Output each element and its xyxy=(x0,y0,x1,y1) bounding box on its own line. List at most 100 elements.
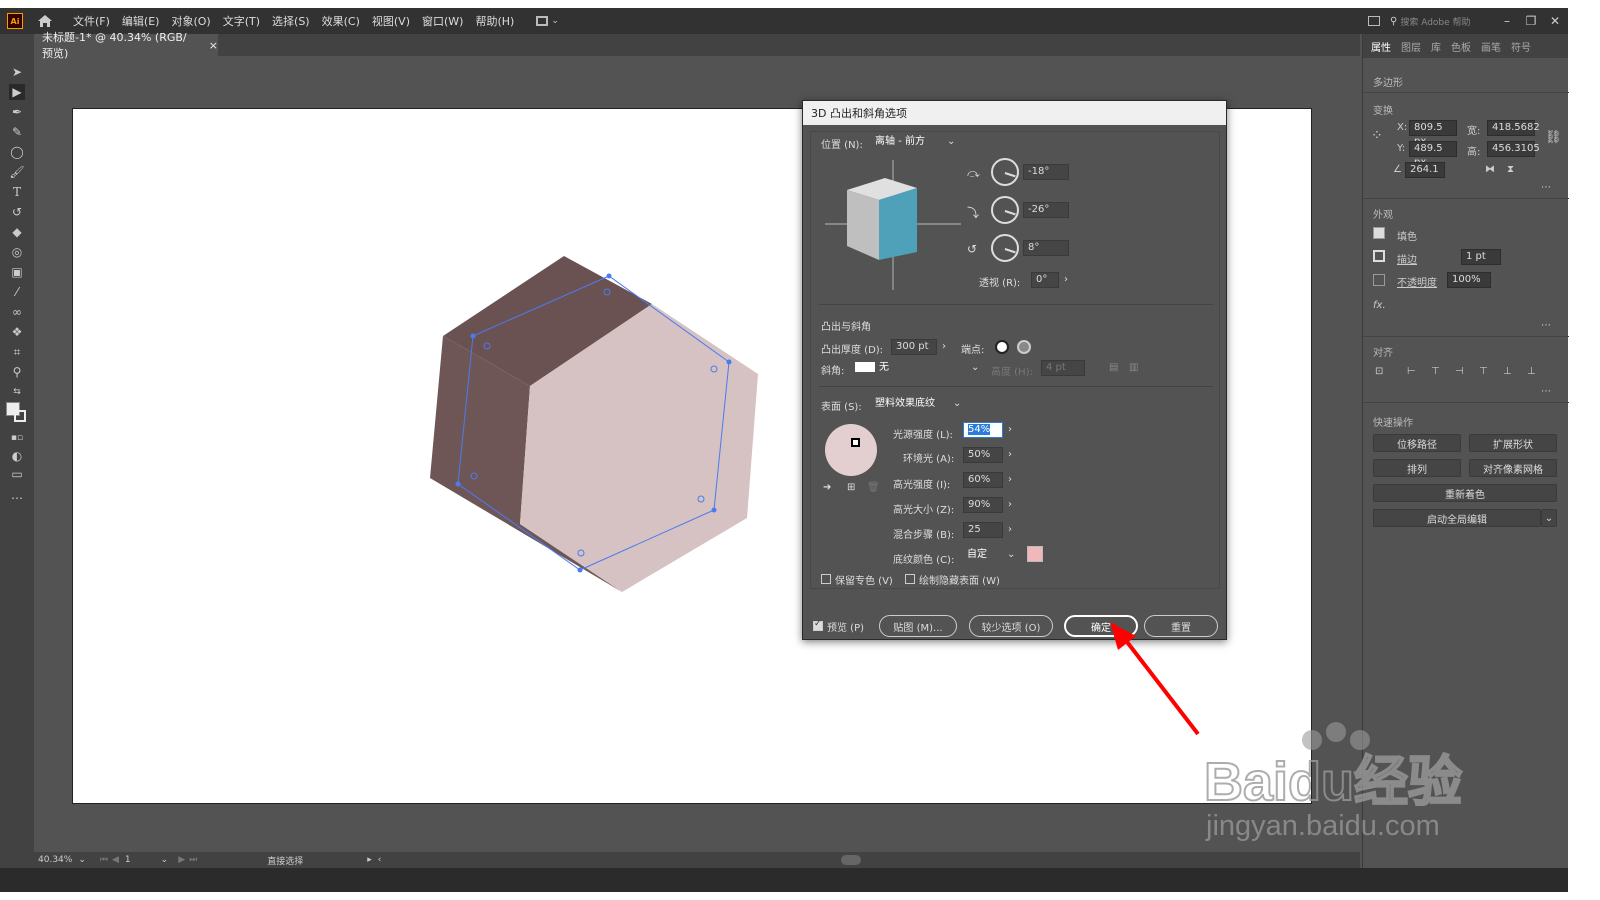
light-sphere[interactable] xyxy=(825,424,877,476)
pixel-grid-button[interactable]: 对齐像素网格 xyxy=(1469,459,1557,477)
perspective-field[interactable]: 0° xyxy=(1031,272,1059,288)
home-icon[interactable] xyxy=(37,13,53,29)
angle-field[interactable]: 264.1 xyxy=(1405,162,1445,178)
chevron-right-icon[interactable]: › xyxy=(937,339,951,355)
map-art-button[interactable]: 贴图 (M)... xyxy=(879,615,957,637)
global-edit-button[interactable]: 启动全局编辑 xyxy=(1373,509,1541,527)
opacity-label[interactable]: 不透明度 xyxy=(1397,274,1437,289)
blend-steps-field[interactable]: 25 xyxy=(963,522,1003,538)
document-tab[interactable]: 未标题-1* @ 40.34% (RGB/预览) × xyxy=(34,31,218,60)
chevron-down-icon[interactable]: ⌄ xyxy=(953,398,961,409)
page-number[interactable]: 1 xyxy=(125,855,131,865)
menu-effect[interactable]: 效果(C) xyxy=(322,13,360,29)
shape-builder-tool-icon[interactable]: ◎ xyxy=(9,244,25,260)
depth-field[interactable]: 300 pt xyxy=(891,339,937,355)
menu-type[interactable]: 文字(T) xyxy=(223,13,260,29)
chevron-down-icon[interactable]: ⌄ xyxy=(1007,549,1015,560)
width-field[interactable]: 418.5682 xyxy=(1487,120,1540,136)
ambient-field[interactable]: 50% xyxy=(963,447,1003,463)
help-search[interactable]: ⚲ 搜索 Adobe 帮助 xyxy=(1390,13,1490,29)
gradient-tool-icon[interactable]: ▣ xyxy=(9,264,25,280)
menu-object[interactable]: 对象(O) xyxy=(171,13,210,29)
tab-symbols[interactable]: 符号 xyxy=(1511,39,1531,54)
fewer-options-button[interactable]: 较少选项 (O) xyxy=(969,615,1053,637)
menu-file[interactable]: 文件(F) xyxy=(73,13,110,29)
chevron-right-icon[interactable]: › xyxy=(1003,497,1017,513)
restore-button[interactable]: ❐ xyxy=(1524,14,1538,28)
stroke-swatch[interactable] xyxy=(14,410,26,422)
surface-dropdown[interactable]: 塑料效果底纹 xyxy=(875,396,955,412)
chevron-down-icon[interactable]: ⌄ xyxy=(161,855,169,865)
constrain-link-icon[interactable]: ⛓ xyxy=(1545,130,1562,145)
close-tab-icon[interactable]: × xyxy=(209,39,218,52)
bevel-dropdown[interactable]: 无 xyxy=(879,360,969,376)
highlight-size-field[interactable]: 90% xyxy=(963,497,1003,513)
zoom-tool-icon[interactable]: ⚲ xyxy=(9,364,25,380)
shade-color-dropdown[interactable]: 自定 xyxy=(967,547,1007,563)
y-field[interactable]: 489.5 px xyxy=(1409,141,1457,168)
chevron-right-icon[interactable]: › xyxy=(1003,472,1017,488)
align-left-icon[interactable]: ⊢ xyxy=(1407,366,1416,377)
menu-view[interactable]: 视图(V) xyxy=(372,13,410,29)
recolor-button[interactable]: 重新着色 xyxy=(1373,484,1557,502)
rotate-z-dial[interactable] xyxy=(991,234,1019,262)
align-right-icon[interactable]: ⊣ xyxy=(1455,366,1464,377)
stroke-swatch[interactable] xyxy=(1373,250,1385,262)
more-options-icon[interactable]: ⋯ xyxy=(1541,386,1551,397)
move-light-back-icon[interactable]: ➔ xyxy=(823,482,831,493)
offset-path-button[interactable]: 位移路径 xyxy=(1373,434,1461,452)
menu-help[interactable]: 帮助(H) xyxy=(475,13,514,29)
rotation-cube-preview[interactable] xyxy=(823,154,963,294)
light-handle[interactable] xyxy=(851,438,860,447)
chevron-left-icon[interactable]: ‹ xyxy=(378,855,382,865)
rotate-y-field[interactable]: -26° xyxy=(1023,202,1069,218)
next-page-icon[interactable]: ▶ xyxy=(178,855,185,865)
tab-brushes[interactable]: 画笔 xyxy=(1481,39,1501,54)
menu-edit[interactable]: 编辑(E) xyxy=(122,13,160,29)
tab-layers[interactable]: 图层 xyxy=(1401,39,1421,54)
blend-tool-icon[interactable]: ∞ xyxy=(9,304,25,320)
prev-page-icon[interactable]: ◀ xyxy=(112,855,119,865)
align-bottom-icon[interactable]: ⊥ xyxy=(1527,366,1536,377)
flip-vertical-icon[interactable]: ⧗ xyxy=(1507,164,1514,175)
align-to-icon[interactable]: ⊡ xyxy=(1375,366,1383,377)
more-options-icon[interactable]: ⋯ xyxy=(1541,182,1551,193)
tab-properties[interactable]: 属性 xyxy=(1371,39,1391,54)
direct-selection-tool-icon[interactable]: ▶ xyxy=(9,84,25,100)
chevron-right-icon[interactable]: › xyxy=(1003,447,1017,463)
stroke-label[interactable]: 描边 xyxy=(1397,251,1417,266)
draw-mode-icon[interactable]: ◐ xyxy=(9,448,25,464)
chevron-down-icon[interactable]: ⌄ xyxy=(971,362,979,373)
arrange-button[interactable]: 排列 xyxy=(1373,459,1461,477)
chevron-down-icon[interactable]: ⌄ xyxy=(947,136,955,147)
light-intensity-field[interactable]: 54% xyxy=(963,422,1003,438)
type-tool-icon[interactable]: T xyxy=(9,184,25,200)
height-field[interactable]: 456.3105 xyxy=(1487,141,1540,157)
chevron-right-icon[interactable]: › xyxy=(1003,422,1017,438)
cap-on-button[interactable] xyxy=(995,340,1009,354)
rotate-x-field[interactable]: -18° xyxy=(1023,164,1069,180)
zoom-level[interactable]: 40.34% xyxy=(38,855,72,865)
minimize-button[interactable]: – xyxy=(1500,14,1514,28)
highlight-intensity-field[interactable]: 60% xyxy=(963,472,1003,488)
align-center-icon[interactable]: ⊤ xyxy=(1431,366,1440,377)
flip-horizontal-icon[interactable]: ⧓ xyxy=(1485,164,1495,175)
chevron-right-icon[interactable]: › xyxy=(1003,522,1017,538)
opacity-field[interactable]: 100% xyxy=(1447,272,1491,288)
stroke-weight-field[interactable]: 1 pt xyxy=(1461,249,1501,265)
last-page-icon[interactable]: ⏭ xyxy=(189,855,197,865)
eraser-tool-icon[interactable]: ◆ xyxy=(9,224,25,240)
cap-off-button[interactable] xyxy=(1017,340,1031,354)
menu-select[interactable]: 选择(S) xyxy=(272,13,310,29)
paintbrush-tool-icon[interactable]: 🖌 xyxy=(9,164,25,180)
shade-color-swatch[interactable] xyxy=(1027,546,1043,562)
eyedropper-tool-icon[interactable]: ⁄ xyxy=(9,284,25,300)
fill-swatch[interactable] xyxy=(1373,227,1385,239)
more-tools-icon[interactable]: ⋯ xyxy=(9,490,25,506)
swap-colors-icon[interactable]: ⇆ xyxy=(9,384,25,400)
ellipse-tool-icon[interactable]: ◯ xyxy=(9,144,25,160)
new-light-icon[interactable]: ⊞ xyxy=(847,482,855,493)
first-page-icon[interactable]: ⏮ xyxy=(100,855,108,865)
menu-window[interactable]: 窗口(W) xyxy=(422,13,463,29)
panel-toggle-icon[interactable] xyxy=(1368,16,1380,26)
